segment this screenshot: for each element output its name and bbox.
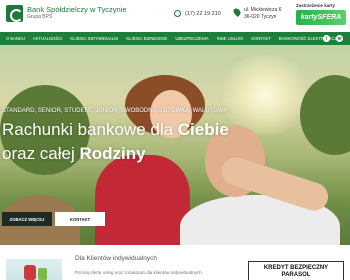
address-contact: ul. Mickiewicza 6 36-020 Tyczyn [232, 7, 282, 21]
nav-item-klienci-biznesowi[interactable]: KLIENCI BIZNESOWI [126, 36, 167, 41]
hero-account-types: STANDARD, SENIOR, STUDENT, JUNIOR, SWOBO… [2, 108, 228, 114]
hero-title: Rachunki bankowe dla Ciebie oraz całej R… [2, 118, 229, 166]
offer-section: Dla Klientów indywidualnych Poznaj ofert… [0, 245, 350, 280]
address-street: ul. Mickiewicza 6 [244, 7, 282, 13]
facebook-icon[interactable]: f [323, 35, 330, 42]
nav-item-o-banku[interactable]: O BANKU [6, 36, 25, 41]
hero-girl-dress [95, 155, 190, 245]
address-city: 36-020 Tyczyn [244, 14, 277, 20]
bank-name: Bank Spółdzielczy w Tyczynie [27, 5, 127, 14]
main-nav: O BANKU AKTUALNOŚCI KLIENCI INDYWIDUALNI… [0, 32, 350, 45]
bank-logo-icon [6, 5, 23, 22]
header: Bank Spółdzielczy w Tyczynie Grupa BPS (… [0, 0, 350, 32]
phone-icon [174, 10, 181, 17]
offer-thumbnail [6, 259, 62, 280]
section-title[interactable]: Dla Klientów indywidualnych [75, 255, 157, 262]
credit-title-line2: PARASOL [281, 272, 311, 278]
phone-contact[interactable]: (17) 22 19 210 [174, 10, 221, 17]
card-block-promo[interactable]: Zastrzeżenie karty kartySFERA [296, 3, 348, 25]
nav-item-inne-uslugi[interactable]: INNE USŁUGI [217, 36, 244, 41]
chat-icon[interactable]: ✉ [336, 35, 343, 42]
contact-button[interactable]: KONTAKT [55, 212, 105, 226]
section-text: Poznaj ofertę usług oraz rozwiązań dla k… [75, 270, 203, 275]
hero-title-line2: oraz całej [2, 144, 80, 163]
credit-parasol-banner[interactable]: KREDYT BEZPIECZNY PARASOL [248, 261, 344, 280]
hero-title-line1-bold: Ciebie [177, 120, 229, 139]
hero-title-line1: Rachunki bankowe dla [2, 120, 178, 139]
hero-title-line2-bold: Rodziny [79, 144, 146, 163]
bank-logo[interactable]: Bank Spółdzielczy w Tyczynie Grupa BPS [6, 5, 127, 22]
hero-banner: STANDARD, SENIOR, STUDENT, JUNIOR, SWOBO… [0, 45, 350, 245]
nav-item-aktualnosci[interactable]: AKTUALNOŚCI [33, 36, 63, 41]
see-more-button[interactable]: ZOBACZ WIĘCEJ [2, 212, 52, 226]
nav-item-ubezpieczenia[interactable]: UBEZPIECZENIA [175, 36, 208, 41]
nav-item-klienci-indywidualni[interactable]: KLIENCI INDYWIDUALNI [70, 36, 118, 41]
karty-sfera-badge[interactable]: kartySFERA [296, 10, 346, 25]
card-block-label: Zastrzeżenie karty [296, 3, 336, 8]
nav-item-bankowosc-elektroniczna[interactable]: BANKOWOŚĆ ELEKTRONICZNA [279, 36, 343, 41]
bank-group: Grupa BPS [27, 14, 53, 20]
location-pin-icon [232, 7, 242, 17]
credit-title-line1: KREDYT BEZPIECZNY [263, 265, 329, 271]
nav-item-kontakt[interactable]: KONTAKT [251, 36, 270, 41]
phone-number: (17) 22 19 210 [185, 10, 221, 17]
